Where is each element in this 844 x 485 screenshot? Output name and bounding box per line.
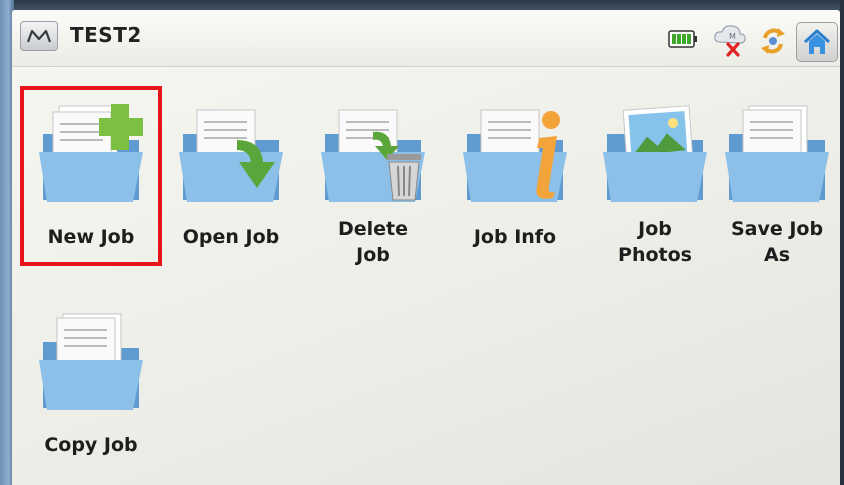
svg-text:M: M (729, 32, 736, 41)
job-photos-tile[interactable]: Job Photos (584, 86, 726, 276)
delete-job-tile[interactable]: Delete Job (302, 86, 444, 276)
job-info-tile[interactable]: Job Info (444, 86, 586, 276)
current-job-name: TEST2 (70, 23, 142, 47)
home-icon (803, 29, 831, 54)
job-photos-label-line1: Job (638, 218, 672, 240)
open-job-folder-icon (179, 109, 283, 202)
delete-job-label-line2: Job (356, 244, 390, 266)
no-connection-cloud-icon[interactable]: M (710, 22, 750, 58)
open-job-label: Open Job (182, 226, 280, 248)
battery-icon[interactable] (668, 30, 698, 48)
save-job-as-label-line1: Save Job (730, 218, 824, 240)
open-job-tile[interactable]: Open Job (160, 86, 302, 276)
save-job-as-folder-icon (725, 105, 829, 202)
home-button[interactable] (796, 22, 838, 62)
save-job-as-label-line2: As (763, 244, 790, 266)
m-logo-icon (26, 29, 52, 43)
main-menu-button[interactable] (20, 21, 58, 51)
job-photos-label-line2: Photos (618, 244, 692, 266)
device-screen: TEST2 M New Job Open Job Delete Job Job … (12, 10, 840, 485)
job-info-folder-icon (463, 109, 567, 202)
job-photos-folder-icon (603, 105, 707, 202)
delete-job-folder-icon (321, 109, 425, 202)
job-info-label: Job Info (473, 226, 557, 248)
title-bar: TEST2 M (12, 10, 840, 67)
device-bezel-right (840, 0, 844, 485)
save-job-as-tile[interactable]: Save Job As (706, 86, 840, 276)
copy-job-tile[interactable]: Copy Job (20, 294, 162, 484)
sync-icon[interactable] (758, 24, 788, 58)
copy-job-folder-icon (39, 313, 143, 410)
job-photos-label: Job Photos (584, 216, 726, 268)
delete-job-label: Delete Job (302, 216, 444, 268)
delete-job-label-line1: Delete (337, 218, 409, 240)
save-job-as-label: Save Job As (706, 216, 840, 268)
copy-job-label: Copy Job (44, 434, 138, 456)
new-job-selection-highlight (20, 86, 162, 266)
